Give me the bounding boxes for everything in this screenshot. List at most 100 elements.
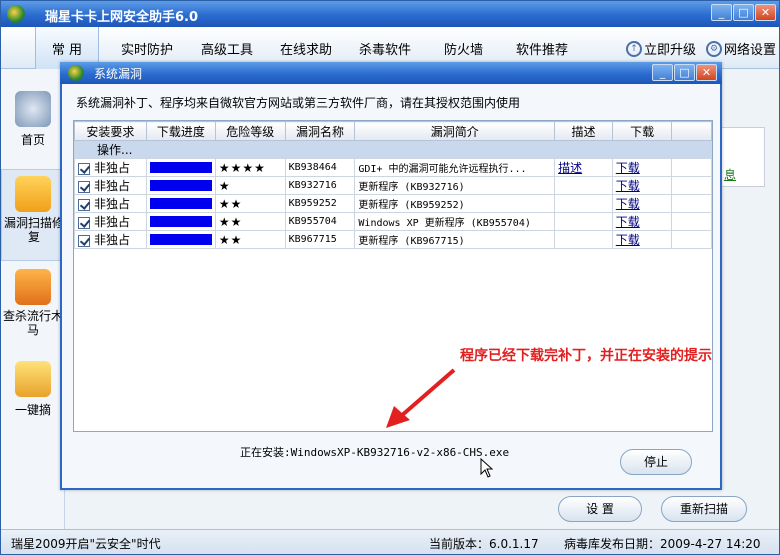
- sidebar-item-vuln-scan[interactable]: 漏洞扫描修复: [1, 169, 65, 261]
- status-virus-date: 病毒库发布日期：2009-4-27 14:20: [564, 537, 761, 551]
- table-row[interactable]: 非独占 ★★ KB955704 Windows XP 更新程序 (KB95570…: [74, 212, 712, 231]
- dialog-titlebar[interactable]: 系统漏洞 _ □ ✕: [60, 62, 722, 84]
- tab-online-help[interactable]: 在线求助: [280, 39, 332, 58]
- sidebar-item-trojan[interactable]: 查杀流行木马: [1, 269, 65, 337]
- tab-advanced-tools[interactable]: 高级工具: [201, 39, 253, 58]
- desc-link[interactable]: 描述: [554, 158, 613, 177]
- tab-firewall[interactable]: 防火墙: [444, 39, 483, 58]
- kb-cell: KB955704: [284, 212, 356, 231]
- col-header-download[interactable]: 下载: [611, 121, 673, 141]
- col-header-requirement[interactable]: 安装要求: [74, 121, 147, 141]
- row-checkbox[interactable]: [78, 162, 90, 175]
- app-logo-icon: [7, 5, 25, 23]
- download-link[interactable]: 下载: [611, 194, 673, 213]
- col-header-desc[interactable]: 描述: [554, 121, 613, 141]
- group-label: 操作...: [74, 140, 712, 159]
- table-row[interactable]: 非独占 ★★ KB967715 更新程序 (KB967715) 下载: [74, 230, 712, 249]
- sidebar-item-home[interactable]: 首页: [1, 91, 65, 148]
- col-header-filler: [671, 121, 712, 141]
- download-link[interactable]: 下载: [611, 176, 673, 195]
- progress-cell: [145, 158, 216, 177]
- vuln-table: 安装要求 下载进度 危险等级 漏洞名称 漏洞简介 描述 下载 操作... 非独占: [74, 121, 712, 249]
- desc-link[interactable]: [554, 176, 613, 195]
- brief-cell: 更新程序 (KB967715): [354, 230, 556, 249]
- mouse-cursor-icon: [480, 458, 494, 478]
- annotation-arrow-icon: [386, 368, 456, 428]
- level-cell: ★★: [214, 230, 286, 249]
- col-header-brief[interactable]: 漏洞简介: [354, 121, 556, 141]
- progress-bar: [149, 234, 212, 245]
- row-checkbox[interactable]: [78, 198, 90, 211]
- dialog-minimize-icon[interactable]: _: [652, 64, 673, 81]
- close-icon[interactable]: ✕: [755, 4, 776, 21]
- background-panel: 息: [717, 127, 765, 187]
- row-checkbox[interactable]: [78, 234, 90, 247]
- status-bar: 瑞星2009开启"云安全"时代 当前版本：6.0.1.17 病毒库发布日期：20…: [1, 529, 779, 554]
- sidebar: 首页 漏洞扫描修复 查杀流行木马 一键摘: [1, 69, 65, 529]
- tab-antivirus[interactable]: 杀毒软件: [359, 39, 411, 58]
- level-cell: ★: [214, 176, 286, 195]
- rescan-button[interactable]: 重新扫描: [661, 496, 747, 522]
- one-click-icon: [15, 361, 51, 397]
- trojan-shield-icon: [15, 269, 51, 305]
- dialog-title: 系统漏洞: [94, 67, 143, 81]
- col-header-name[interactable]: 漏洞名称: [284, 121, 356, 141]
- progress-bar: [149, 162, 212, 173]
- progress-cell: [145, 194, 216, 213]
- tab-realtime[interactable]: 实时防护: [121, 39, 173, 58]
- installing-status: 正在安装:WindowsXP-KB932716-v2-x86-CHS.exe: [240, 446, 510, 459]
- vuln-dialog: 系统漏洞 _ □ ✕ 系统漏洞补丁、程序均来自微软官方网站或第三方软件厂商，请在…: [60, 62, 722, 490]
- dialog-close-icon[interactable]: ✕: [696, 64, 717, 81]
- progress-bar: [149, 216, 212, 227]
- network-settings-label: 网络设置: [724, 43, 777, 58]
- main-titlebar[interactable]: 瑞星卡卡上网安全助手6.0 _ □ ✕: [1, 1, 779, 27]
- kb-cell: KB932716: [284, 176, 356, 195]
- window-controls: _ □ ✕: [711, 4, 776, 21]
- level-cell: ★★: [214, 212, 286, 231]
- brief-cell: GDI+ 中的漏洞可能允许远程执行...: [354, 158, 556, 177]
- sidebar-item-one-click[interactable]: 一键摘: [1, 361, 65, 418]
- network-settings-link[interactable]: ⚙ 网络设置: [706, 39, 776, 58]
- brief-cell: Windows XP 更新程序 (KB955704): [354, 212, 556, 231]
- main-window-title: 瑞星卡卡上网安全助手6.0: [45, 10, 199, 25]
- desc-link[interactable]: [554, 194, 613, 213]
- desc-link[interactable]: [554, 230, 613, 249]
- table-row[interactable]: 非独占 ★ KB932716 更新程序 (KB932716) 下载: [74, 176, 712, 195]
- row-checkbox[interactable]: [78, 180, 90, 193]
- dialog-window-controls: _ □ ✕: [652, 64, 717, 81]
- upgrade-icon: ↑: [626, 40, 642, 57]
- table-row[interactable]: 非独占 ★★★★ KB938464 GDI+ 中的漏洞可能允许远程执行... 描…: [74, 158, 712, 177]
- dialog-description: 系统漏洞补丁、程序均来自微软官方网站或第三方软件厂商，请在其授权范围内使用: [76, 96, 521, 110]
- minimize-icon[interactable]: _: [711, 4, 732, 21]
- download-link[interactable]: 下载: [611, 212, 673, 231]
- settings-button[interactable]: 设 置: [558, 496, 642, 522]
- brief-cell: 更新程序 (KB932716): [354, 176, 556, 195]
- download-link[interactable]: 下载: [611, 158, 673, 177]
- home-icon: [15, 91, 51, 127]
- stop-button[interactable]: 停止: [620, 449, 692, 475]
- status-version: 当前版本：6.0.1.17: [429, 537, 539, 551]
- dialog-maximize-icon[interactable]: □: [674, 64, 695, 81]
- progress-cell: [145, 230, 216, 249]
- table-row[interactable]: 非独占 ★★ KB959252 更新程序 (KB959252) 下载: [74, 194, 712, 213]
- desc-link[interactable]: [554, 212, 613, 231]
- maximize-icon[interactable]: □: [733, 4, 754, 21]
- row-checkbox[interactable]: [78, 216, 90, 229]
- progress-cell: [145, 176, 216, 195]
- col-header-level[interactable]: 危险等级: [214, 121, 286, 141]
- group-row[interactable]: 操作...: [74, 140, 712, 159]
- brief-cell: 更新程序 (KB959252): [354, 194, 556, 213]
- tab-software[interactable]: 软件推荐: [516, 39, 568, 58]
- progress-bar: [149, 198, 212, 209]
- background-link[interactable]: 息: [724, 166, 736, 183]
- download-link[interactable]: 下载: [611, 230, 673, 249]
- progress-bar: [149, 180, 212, 191]
- upgrade-label: 立即升级: [644, 43, 697, 58]
- kb-cell: KB959252: [284, 194, 356, 213]
- level-cell: ★★★★: [214, 158, 286, 177]
- dialog-logo-icon: [68, 65, 84, 81]
- gear-icon: ⚙: [706, 40, 722, 57]
- annotation-text: 程序已经下载完补丁，并正在安装的提示: [460, 348, 712, 364]
- upgrade-link[interactable]: ↑ 立即升级: [626, 39, 696, 58]
- col-header-progress[interactable]: 下载进度: [145, 121, 216, 141]
